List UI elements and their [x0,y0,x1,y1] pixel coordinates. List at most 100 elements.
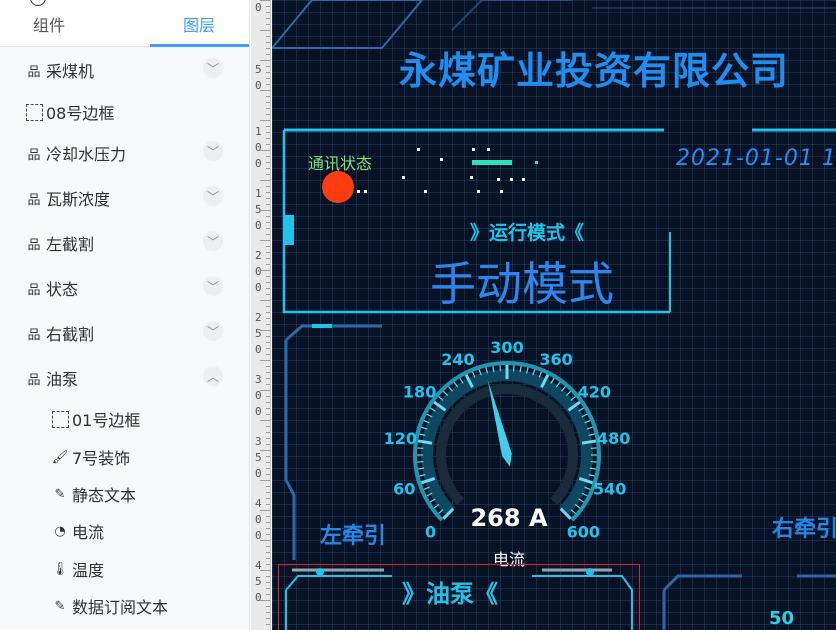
ruler-tick [266,432,270,433]
ruler-tick [266,504,270,505]
ruler-tick [266,354,270,355]
tab-layers[interactable]: 图层 [183,12,215,36]
border-frame-icon [50,409,70,429]
ruler-tick [266,624,270,625]
ruler-tick [266,336,270,337]
gauge-value: 268 A [470,504,548,532]
ruler-label: 5 [255,63,262,76]
ruler-tick [260,600,270,601]
ruler-tick [266,576,270,577]
ruler-tick [266,534,270,535]
chevron-down-icon[interactable]: ﹀ [203,186,223,206]
layer-item-label: 右截割 [46,325,95,344]
group-icon: 品 [27,282,41,298]
layer-item[interactable]: 08号边框 [0,92,249,132]
ruler-tick [266,162,270,163]
chevron-down-icon[interactable]: ﹀ [203,321,223,341]
ruler-tick [266,48,270,49]
chevron-up-icon[interactable]: ︿ [203,366,223,386]
ruler-tick [266,264,270,265]
layer-item[interactable]: 01号边框 [0,399,249,439]
layer-item-label: 08号边框 [46,104,115,123]
ruler-tick [266,516,270,517]
vertical-ruler[interactable]: 050100150200250300350400450 [251,0,271,630]
ruler-tick [266,114,270,115]
tab-components[interactable]: 组件 [33,12,65,36]
ruler-tick [266,396,270,397]
layer-item-label: 瓦斯浓度 [46,190,111,209]
ruler-tick [266,138,270,139]
layer-item[interactable]: 品冷却水压力 ﹀ [0,133,249,173]
ruler-tick [266,288,270,289]
ruler-tick [260,510,270,511]
gauge-icon: ◔ [54,523,66,539]
ruler-tick [260,480,270,481]
ruler-tick [266,126,270,127]
ruler-tick [260,210,270,211]
ruler-tick [260,540,270,541]
ruler-label: 0 [255,281,262,294]
layer-item[interactable]: 品瓦斯浓度 ﹀ [0,178,249,218]
ruler-tick [260,0,270,1]
dashboard-canvas[interactable]: 永煤矿业投资有限公司 通讯状态 2021-01-01 10 》运行模式《 手动模… [272,0,836,630]
layer-item[interactable]: ◔ 电流 [0,511,249,551]
ruler-tick [266,612,270,613]
ruler-tick [266,6,270,7]
ruler-tick [266,294,270,295]
ruler-label: 0 [255,591,262,604]
chevron-down-icon[interactable]: ﹀ [203,231,223,251]
ruler-tick [266,228,270,229]
layer-item[interactable]: ✎ 数据订阅文本 [0,586,249,626]
layer-item[interactable]: 🌡 温度 [0,549,249,589]
layer-item-label: 状态 [46,280,79,299]
ruler-tick [266,168,270,169]
ruler-tick [266,444,270,445]
ruler-tick [266,438,270,439]
gauge-tick-label: 420 [578,383,611,402]
layer-item[interactable]: 品状态 ﹀ [0,268,249,308]
ruler-tick [266,456,270,457]
ruler-tick [266,204,270,205]
layer-item-label: 7号装饰 [72,449,131,468]
comm-status-indicator [322,171,354,203]
ruler-tick [260,30,270,31]
ruler-label: 3 [255,373,262,386]
ruler-tick [266,36,270,37]
ruler-label: 0 [255,389,262,402]
ruler-tick [266,192,270,193]
layer-item[interactable]: 品油泵 ︿ [0,358,249,398]
layer-item[interactable]: ✎ 静态文本 [0,474,249,514]
ruler-tick [266,318,270,319]
ruler-label: 0 [255,265,262,278]
run-mode-value: 手动模式 [430,257,614,311]
ruler-tick [266,234,270,235]
ruler-label: 0 [255,219,262,232]
gauge-tick-label: 180 [403,383,436,402]
ruler-tick [266,282,270,283]
selection-outline[interactable] [278,564,640,630]
layer-item[interactable]: 品右截割 ﹀ [0,313,249,353]
chevron-down-icon[interactable]: ﹀ [203,276,223,296]
chevron-down-icon[interactable]: ﹀ [203,141,223,161]
ruler-tick [260,180,270,181]
layer-item-label: 01号边框 [72,411,141,430]
ruler-tick [266,582,270,583]
ruler-tick [266,564,270,565]
ruler-tick [266,84,270,85]
ruler-tick [266,546,270,547]
layer-item-label: 采煤机 [46,62,95,81]
ruler-tick [266,174,270,175]
ruler-tick [266,12,270,13]
layer-item[interactable]: 品采煤机 ﹀ [0,50,249,90]
layer-item[interactable]: 🖌 7号装饰 [0,437,249,477]
ruler-tick [266,558,270,559]
chevron-down-icon[interactable]: ﹀ [203,58,223,78]
ruler-tick [260,150,270,151]
ruler-tick [266,342,270,343]
mouse-cursor-icon [30,0,46,6]
ruler-tick [266,156,270,157]
gauge-tick-label: 240 [441,350,474,369]
layer-item[interactable]: 品左截割 ﹀ [0,223,249,263]
ruler-tick [266,276,270,277]
ruler-tick [266,78,270,79]
